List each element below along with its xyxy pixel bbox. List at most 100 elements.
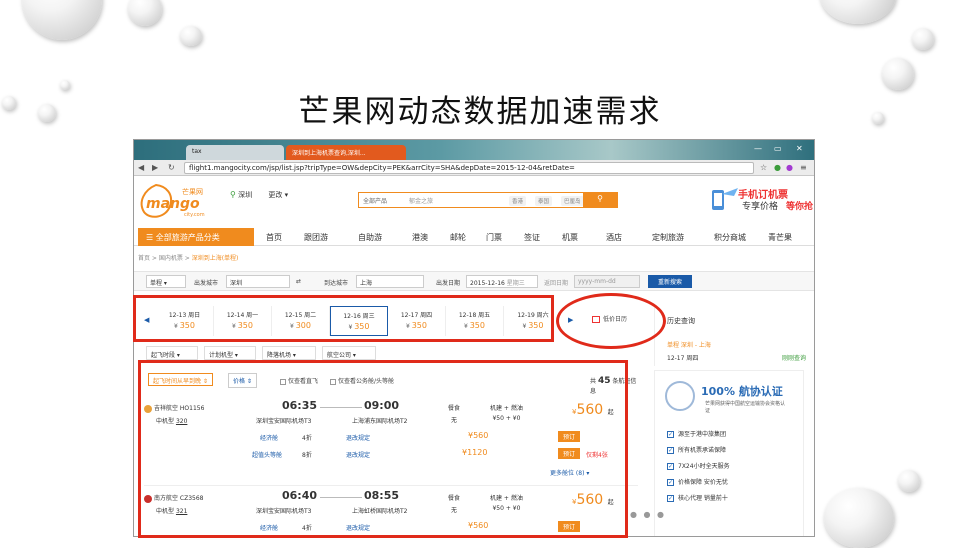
search-chip[interactable]: 香港 [509,196,527,206]
back-icon[interactable]: ◀ [138,163,144,172]
dep-date-value: 2015-12-16 [470,280,505,287]
guarantee-item: ✓ 所有机票承诺保障 [667,445,726,454]
guarantee-label: 所有机票承诺保障 [678,447,727,454]
filter-label: 计划机型 [209,352,234,359]
reload-icon[interactable]: ↻ [168,163,175,172]
menu-item[interactable]: 自助游 [358,232,382,243]
extension-icon[interactable]: ● [786,163,793,172]
maximize-icon[interactable]: ▭ [774,144,782,153]
bubble-decoration [22,0,102,40]
dep-label: 出发城市 [194,280,219,287]
highlight-box-dates [133,295,554,342]
check-icon: ✓ [667,463,674,470]
filter-label: 降落机场 [267,352,292,359]
browser-tabbar: tax 深圳到上海机票查询,深圳... — ▭ ✕ [134,140,814,160]
browser-tab-active[interactable]: 深圳到上海机票查询,深圳... [286,145,406,160]
swap-icon[interactable]: ⇄ [296,278,301,285]
menu-item[interactable]: 定制旅游 [652,232,684,243]
highlight-box-flights [138,360,628,538]
mango-logo[interactable]: 芒果网 mango city.com [136,180,214,220]
all-categories-label: 全部旅游产品分类 [155,233,220,242]
main-menu: ☰ 全部旅游产品分类 首页 跟团游 自助游 港澳 邮轮 门票 签证 机票 酒店 … [134,228,814,246]
address-bar: ◀ ▶ ↻ flight1.mangocity.com/jsp/list.jsp… [134,160,814,176]
search-category[interactable]: 全部产品 [363,196,387,205]
menu-item[interactable]: 跟团游 [304,232,328,243]
minimize-icon[interactable]: — [754,144,762,153]
menu-item[interactable]: 签证 [524,232,540,243]
trip-type-select[interactable]: 单程 ▾ [146,275,186,288]
filter-button[interactable]: 航空公司 ▾ [322,346,376,360]
certification-panel: 100% 航协认证 芒果网获得中国航空运输协会资格认证 ✓ 源至于港中旅集团 ✓ 所… [654,370,804,536]
search-chip[interactable]: 巴厘岛 [561,196,584,206]
location-pin-icon: ⚲ [230,190,236,199]
history-route[interactable]: 单程 深圳 - 上海 [667,340,814,349]
menu-item[interactable]: 积分商城 [714,232,746,243]
extension-icon[interactable]: ● [774,163,781,172]
site-search: 全部产品 郁金之旅 香港 泰国 巴厘岛 ⚲ [358,192,618,208]
highlight-circle-calendar [556,293,666,349]
search-chip[interactable]: 泰国 [535,196,553,206]
guarantee-item: ✓ 价格保障 安价无忧 [667,477,728,486]
re-search-button[interactable]: 重新搜索 [648,275,692,288]
search-button[interactable]: ⚲ [583,193,617,207]
menu-item[interactable]: 邮轮 [450,232,466,243]
guarantee-label: 7X24小时全天服务 [678,463,730,470]
bubble-decoration [824,488,894,548]
guarantee-item: ✓ 核心代理 销量前十 [667,493,728,502]
forward-icon[interactable]: ▶ [152,163,158,172]
location: ⚲ 深圳 更改 ▾ [230,190,288,200]
location-city: 深圳 [238,191,253,199]
slide-title: 芒果网动态数据加速需求 [298,94,662,130]
url-input[interactable]: flight1.mangocity.com/jsp/list.jsp?tripT… [184,162,754,174]
dep-city-input[interactable]: 深圳 [226,275,290,288]
search-icon: ⚲ [597,194,603,203]
breadcrumb-current: 深圳到上海(单程) [191,255,239,262]
menu-item[interactable]: 机票 [562,232,578,243]
filter-button[interactable]: 计划机型 ▾ [204,346,256,360]
ret-date-input[interactable]: yyyy-mm-dd [574,275,640,288]
menu-icon[interactable]: ≡ [800,163,807,172]
bubble-decoration [180,26,202,46]
filter-label: 航空公司 [327,352,352,359]
star-icon[interactable]: ☆ [760,163,767,172]
breadcrumb: 首页 > 国内机票 > 深圳到上海(单程) [138,255,239,262]
dep-weekday: 星期三 [506,280,525,287]
filter-button[interactable]: 起飞时段 ▾ [146,346,198,360]
menu-item[interactable]: 首页 [266,232,282,243]
history-link[interactable]: 刚刚查询 [782,353,806,362]
close-icon[interactable]: ✕ [796,144,803,153]
phone-icon [712,188,738,210]
arr-label: 到达城市 [324,280,349,287]
filter-label: 起飞时段 [151,352,176,359]
check-icon: ✓ [667,495,674,502]
menu-item[interactable]: 酒店 [606,232,622,243]
arr-city-input[interactable]: 上海 [356,275,424,288]
filter-button[interactable]: 降落机场 ▾ [262,346,316,360]
breadcrumb-mid[interactable]: 国内机票 [159,255,183,262]
check-icon: ✓ [667,447,674,454]
breadcrumb-home[interactable]: 首页 [138,255,150,262]
logo-sub: city.com [184,212,205,218]
check-icon: ✓ [667,479,674,486]
history-title: 历史查询 [667,317,695,325]
search-input[interactable]: 郁金之旅 [409,196,433,205]
menu-item[interactable]: 门票 [486,232,502,243]
date-label: 出发日期 [436,280,461,287]
menu-item[interactable]: 青芒果 [768,232,792,243]
bubble-decoration [898,470,920,492]
list-icon: ☰ [146,233,156,242]
check-icon: ✓ [667,431,674,438]
history-panel: 历史查询 单程 深圳 - 上海 12-17 周四 刚刚查询 [654,306,814,366]
all-categories-button[interactable]: ☰ 全部旅游产品分类 [138,228,254,246]
dep-date-input[interactable]: 2015-12-16 星期三 [466,275,538,288]
cert-title: 100% 航协认证 [701,385,783,398]
guarantee-item: ✓ 源至于港中旅集团 [667,429,726,438]
menu-item[interactable]: 港澳 [412,232,428,243]
browser-tab[interactable]: tax [186,145,284,160]
search-conditions: 单程 ▾ 出发城市 深圳 ⇄ 到达城市 上海 出发日期 2015-12-16 星… [134,271,814,291]
ret-label: 返回日期 [544,280,569,287]
promo-line2: 专享价格 [742,202,779,212]
location-change-link[interactable]: 更改 [268,191,282,199]
trip-type-value: 单程 [150,280,163,287]
app-promo-banner[interactable]: 手机订机票 专享价格 等你抢 [708,184,814,216]
